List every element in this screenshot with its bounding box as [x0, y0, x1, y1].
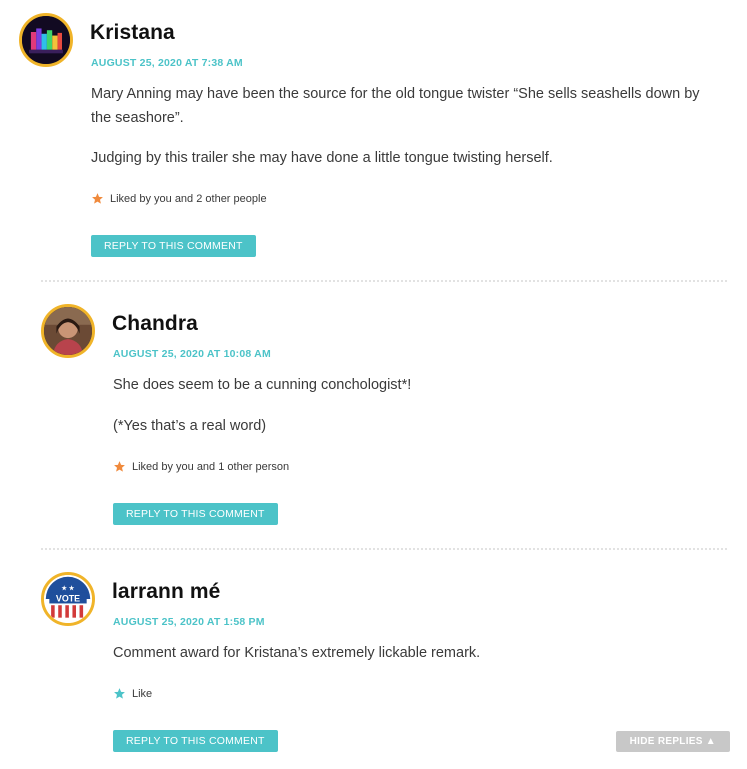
avatar[interactable] [41, 304, 95, 358]
comment-author[interactable]: larrann mé [112, 580, 220, 604]
reply-button[interactable]: REPLY TO THIS COMMENT [91, 235, 256, 257]
comment-date[interactable]: AUGUST 25, 2020 AT 1:58 PM [113, 616, 265, 628]
vote-badge-icon: VOTE ★ ★ [44, 575, 92, 623]
comment-text: Judging by this trailer she may have don… [91, 150, 553, 166]
comment-date[interactable]: AUGUST 25, 2020 AT 7:38 AM [91, 57, 243, 69]
comment-text: Comment award for Kristana’s extremely l… [113, 645, 481, 661]
comment-text: Mary Anning may have been the source for… [91, 86, 700, 126]
comment-author[interactable]: Chandra [112, 312, 198, 336]
likes-text[interactable]: Liked by you and 1 other person [132, 461, 289, 473]
star-icon[interactable] [113, 460, 126, 473]
svg-text:★ ★: ★ ★ [61, 585, 75, 592]
likes-text[interactable]: Liked by you and 2 other people [110, 193, 267, 205]
kristana-avatar-image [22, 16, 70, 64]
comment-author[interactable]: Kristana [90, 21, 175, 45]
reply-button[interactable]: REPLY TO THIS COMMENT [113, 503, 278, 525]
star-icon[interactable] [113, 687, 126, 700]
like-button[interactable]: Like [113, 687, 152, 700]
chandra-avatar-image [44, 307, 92, 355]
likes-line: Liked by you and 2 other people [91, 192, 267, 205]
like-label[interactable]: Like [132, 688, 152, 700]
comment-text: She does seem to be a cunning conchologi… [113, 377, 412, 393]
star-icon[interactable] [91, 192, 104, 205]
avatar[interactable] [19, 13, 73, 67]
reply-button[interactable]: REPLY TO THIS COMMENT [113, 730, 278, 752]
comment-divider [41, 280, 727, 282]
hide-replies-button[interactable]: HIDE REPLIES ▲ [615, 731, 730, 752]
comment-divider [41, 548, 727, 550]
comment-text: (*Yes that’s a real word) [113, 418, 267, 434]
vote-badge-text: VOTE [56, 594, 80, 604]
avatar[interactable]: VOTE ★ ★ [41, 572, 95, 626]
likes-line: Liked by you and 1 other person [113, 460, 289, 473]
comment-date[interactable]: AUGUST 25, 2020 AT 10:08 AM [113, 348, 271, 360]
